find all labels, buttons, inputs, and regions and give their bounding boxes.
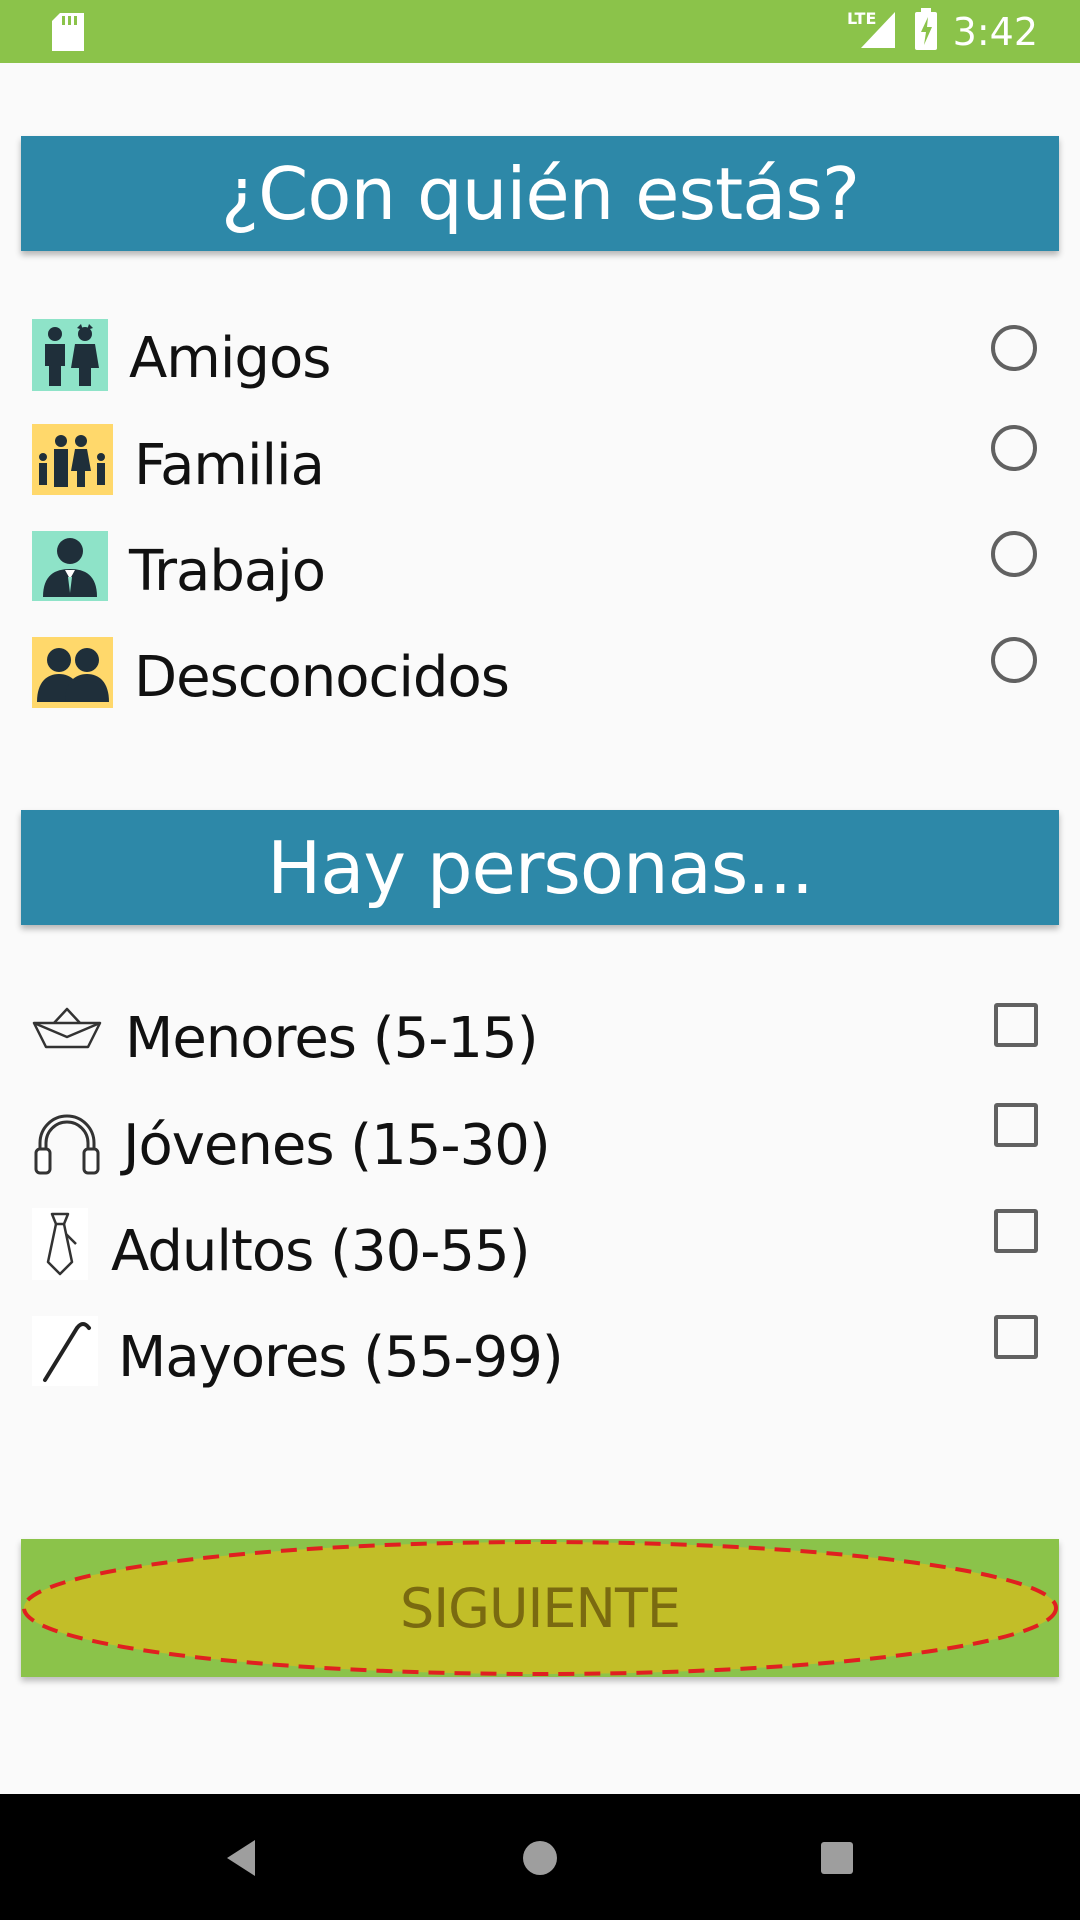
checkbox-menores[interactable] [994, 1003, 1038, 1047]
status-time: 3:42 [952, 9, 1038, 54]
battery-charging-icon [913, 8, 939, 55]
option-label: Trabajo [129, 539, 326, 604]
option-row-mayores[interactable]: Mayores (55-99) [0, 1302, 1080, 1402]
checkbox-jovenes[interactable] [994, 1103, 1038, 1147]
option-row-desconocidos[interactable]: Desconocidos [0, 622, 1080, 722]
option-label: Adultos (30-55) [111, 1219, 531, 1284]
section-title: Hay personas... [267, 825, 814, 910]
cane-icon [32, 1316, 98, 1386]
option-label: Mayores (55-99) [118, 1325, 564, 1390]
next-button-label: SIGUIENTE [399, 1576, 681, 1640]
status-bar: LTE 3:42 [0, 0, 1080, 63]
work-icon [32, 531, 108, 601]
svg-text:LTE: LTE [847, 9, 876, 28]
option-row-jovenes[interactable]: Jóvenes (15-30) [0, 1090, 1080, 1190]
checkbox-adultos[interactable] [994, 1209, 1038, 1253]
section-title: ¿Con quién estás? [220, 151, 860, 236]
navigation-bar [0, 1794, 1080, 1920]
next-button[interactable]: SIGUIENTE [21, 1539, 1059, 1677]
option-row-menores[interactable]: Menores (5-15) [0, 983, 1080, 1083]
sd-card-icon [52, 13, 84, 56]
section-header-people: Hay personas... [21, 810, 1059, 925]
checkbox-mayores[interactable] [994, 1315, 1038, 1359]
tie-icon [32, 1208, 88, 1280]
radio-familia[interactable] [991, 425, 1037, 471]
option-row-familia[interactable]: Familia [0, 410, 1080, 510]
headphones-icon [32, 1110, 102, 1176]
radio-trabajo[interactable] [991, 531, 1037, 577]
radio-amigos[interactable] [991, 325, 1037, 371]
option-row-amigos[interactable]: Amigos [0, 305, 1080, 405]
option-label: Menores (5-15) [125, 1006, 539, 1071]
radio-desconocidos[interactable] [991, 637, 1037, 683]
section-header-with-whom: ¿Con quién estás? [21, 136, 1059, 251]
option-label: Desconocidos [134, 645, 510, 710]
recents-icon[interactable] [807, 1828, 867, 1888]
option-label: Familia [134, 433, 325, 498]
strangers-icon [32, 637, 113, 708]
option-label: Amigos [129, 326, 331, 391]
option-row-trabajo[interactable]: Trabajo [0, 516, 1080, 616]
back-icon[interactable] [211, 1828, 271, 1888]
friends-icon [32, 319, 108, 391]
home-icon[interactable] [510, 1828, 570, 1888]
paper-boat-icon [32, 999, 102, 1059]
option-label: Jóvenes (15-30) [123, 1113, 551, 1178]
option-row-adultos[interactable]: Adultos (30-55) [0, 1196, 1080, 1296]
signal-icon: LTE [847, 8, 899, 55]
family-icon [32, 424, 113, 495]
